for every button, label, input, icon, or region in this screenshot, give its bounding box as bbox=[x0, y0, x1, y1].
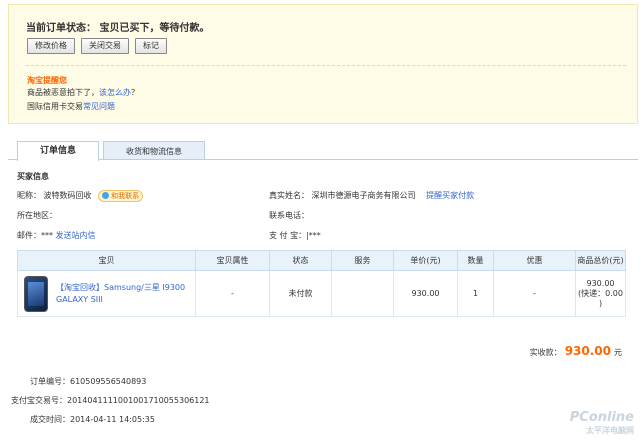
realname-label: 真实姓名： bbox=[269, 191, 309, 200]
product-thumbnail[interactable] bbox=[24, 275, 48, 312]
reminder-text-2: 国际信用卡交易 bbox=[27, 102, 83, 111]
reminder-line-2: 国际信用卡交易常见问题 bbox=[27, 101, 115, 112]
nickname-value: 波特数码回收 bbox=[43, 191, 92, 200]
alipay-label: 支 付 宝： bbox=[269, 231, 307, 240]
wangwang-icon bbox=[102, 192, 110, 199]
nickname-label: 昵称： bbox=[17, 191, 41, 200]
buyer-region-row: 所在地区： bbox=[17, 210, 57, 221]
status-cell: 未付款 bbox=[269, 270, 332, 317]
buyer-alipay-row: 支 付 宝：|*** bbox=[269, 230, 321, 241]
attr-cell: - bbox=[195, 270, 270, 317]
phone-label: 联系电话： bbox=[269, 211, 309, 220]
table-row: 【淘宝回收】Samsung/三星 I9300 GALAXY SIII - 未付款… bbox=[17, 270, 626, 317]
trade-time-label: 成交时间： bbox=[30, 415, 70, 424]
amount-value: 930.00 bbox=[564, 344, 611, 358]
trade-time-row: 成交时间：2014-04-11 14:05:35 bbox=[0, 414, 155, 425]
watermark-brand: PConline bbox=[569, 410, 634, 425]
tab-shipping-info[interactable]: 收货和物流信息 bbox=[103, 141, 206, 160]
col-header-discount: 优惠 bbox=[493, 250, 576, 271]
remind-pay-link[interactable]: 提醒买家付款 bbox=[426, 191, 474, 200]
qty-cell: 1 bbox=[457, 270, 494, 317]
shipping-value: (快递：0.00 ) bbox=[578, 289, 623, 308]
alipay-trade-row: 支付宝交易号：2014041111001001710055306121 bbox=[0, 395, 210, 406]
alipay-value: |*** bbox=[306, 231, 321, 240]
order-number-row: 订单编号：610509556540893 bbox=[0, 376, 146, 387]
status-actions: 修改价格 关闭交易 标记 bbox=[27, 38, 167, 54]
total-cell: 930.00 (快递：0.00 ) bbox=[575, 270, 626, 317]
reminder-title: 淘宝提醒您 bbox=[27, 76, 67, 85]
amount-received: 实收款： 930.00 元 bbox=[530, 344, 622, 358]
product-name-link[interactable]: 【淘宝回收】Samsung/三星 I9300 GALAXY SIII bbox=[56, 282, 195, 306]
tab-underline bbox=[8, 159, 638, 160]
item-cell: 【淘宝回收】Samsung/三星 I9300 GALAXY SIII bbox=[17, 270, 196, 317]
email-label: 邮件： bbox=[17, 231, 41, 240]
tab-bar: 订单信息 收货和物流信息 bbox=[17, 141, 209, 161]
table-header-row: 宝贝 宝贝属性 状态 服务 单价(元) 数量 优惠 商品总价(元) bbox=[17, 250, 626, 271]
close-trade-button[interactable]: 关闭交易 bbox=[81, 38, 129, 54]
region-label: 所在地区： bbox=[17, 211, 57, 220]
buyer-email-row: 邮件：*** 发送站内信 bbox=[17, 230, 96, 241]
modify-price-button[interactable]: 修改价格 bbox=[27, 38, 75, 54]
reminder-punct: ？ bbox=[131, 88, 139, 97]
order-number-label: 订单编号： bbox=[30, 377, 70, 386]
buyer-nickname-row: 昵称： 波特数码回收 和我联系 bbox=[17, 190, 144, 202]
col-header-total: 商品总价(元) bbox=[575, 250, 626, 271]
total-value: 930.00 bbox=[586, 279, 615, 288]
col-header-item: 宝贝 bbox=[17, 250, 196, 271]
send-message-link[interactable]: 发送站内信 bbox=[56, 231, 96, 240]
wangwang-label: 和我联系 bbox=[111, 192, 140, 200]
col-header-status: 状态 bbox=[269, 250, 332, 271]
amount-label: 实收款： bbox=[529, 348, 562, 357]
service-cell bbox=[331, 270, 394, 317]
buyer-section-title: 买家信息 bbox=[17, 172, 49, 181]
order-number-value: 610509556540893 bbox=[70, 377, 147, 386]
col-header-price: 单价(元) bbox=[393, 250, 458, 271]
col-header-attr: 宝贝属性 bbox=[195, 250, 270, 271]
trade-time-value: 2014-04-11 14:05:35 bbox=[70, 415, 155, 424]
order-status-panel: 当前订单状态： 宝贝已买下，等待付款。 修改价格 关闭交易 标记 淘宝提醒您 商… bbox=[8, 4, 638, 124]
amount-unit: 元 bbox=[614, 348, 622, 357]
col-header-qty: 数量 bbox=[457, 250, 494, 271]
buyer-realname-row: 真实姓名： 深圳市德源电子商务有限公司 提醒买家付款 bbox=[269, 190, 474, 201]
faq-link[interactable]: 常见问题 bbox=[83, 102, 115, 111]
reminder-text: 商品被恶意拍下了， bbox=[27, 88, 99, 97]
reminder-line-1: 商品被恶意拍下了，该怎么办？ bbox=[27, 87, 139, 98]
alipay-trade-label: 支付宝交易号： bbox=[11, 396, 67, 405]
watermark-sub: 太平洋电脑网 bbox=[586, 426, 634, 435]
realname-value: 深圳市德源电子商务有限公司 bbox=[311, 191, 416, 200]
pconline-watermark: PConline 太平洋电脑网 bbox=[570, 410, 634, 436]
email-value: *** bbox=[41, 231, 53, 240]
alipay-trade-value: 2014041111001001710055306121 bbox=[67, 396, 210, 405]
mark-button[interactable]: 标记 bbox=[135, 38, 167, 54]
discount-cell: - bbox=[493, 270, 576, 317]
order-items-table: 宝贝 宝贝属性 状态 服务 单价(元) 数量 优惠 商品总价(元) 【淘宝回收】… bbox=[17, 250, 626, 317]
col-header-service: 服务 bbox=[331, 250, 394, 271]
buyer-phone-row: 联系电话： bbox=[269, 210, 309, 221]
contact-wangwang-button[interactable]: 和我联系 bbox=[98, 190, 144, 202]
order-status-title: 当前订单状态： 宝贝已买下，等待付款。 bbox=[26, 23, 210, 34]
divider bbox=[26, 65, 626, 66]
what-to-do-link[interactable]: 该怎么办 bbox=[99, 88, 131, 97]
tab-order-info[interactable]: 订单信息 bbox=[17, 141, 100, 161]
price-cell: 930.00 bbox=[393, 270, 458, 317]
